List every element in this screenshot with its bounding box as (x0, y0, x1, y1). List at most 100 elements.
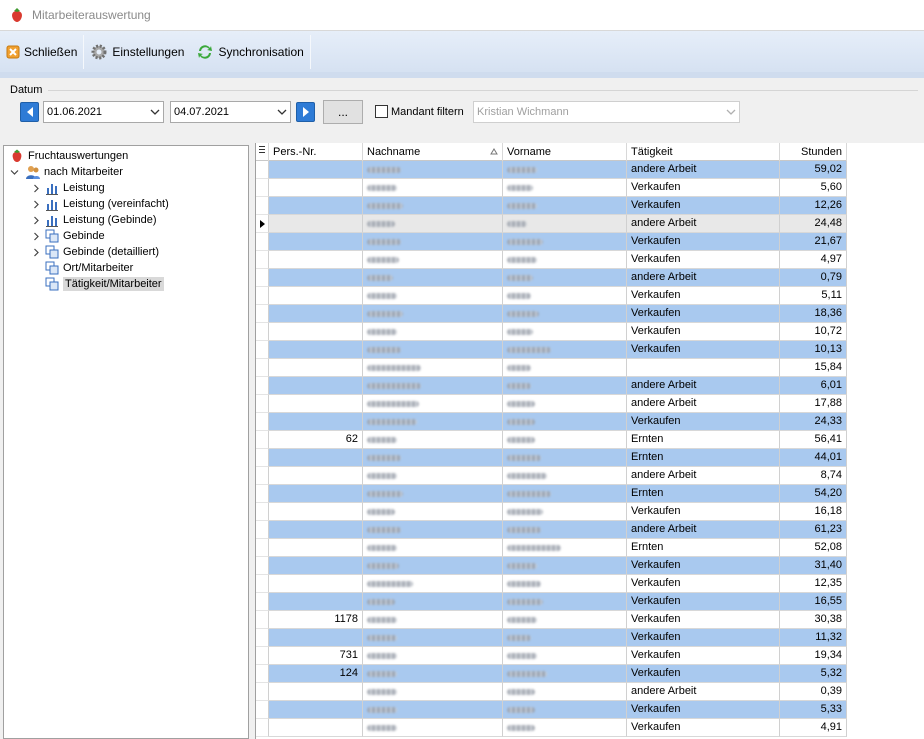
cell-vorname-redacted[interactable] (503, 413, 627, 431)
cell-nachname-redacted[interactable] (363, 593, 503, 611)
cell-vorname-redacted[interactable] (503, 629, 627, 647)
cell-tat[interactable]: Verkaufen (627, 305, 780, 323)
cell-nachname-redacted[interactable] (363, 287, 503, 305)
row-indicator[interactable] (256, 179, 269, 197)
row-indicator[interactable] (256, 647, 269, 665)
cell-vorname-redacted[interactable] (503, 305, 627, 323)
table-row[interactable]: Verkaufen 31,40 (256, 557, 847, 575)
cell-nachname-redacted[interactable] (363, 341, 503, 359)
cell-vorname-redacted[interactable] (503, 377, 627, 395)
column-header-vorname[interactable]: Vorname (503, 143, 627, 161)
cell-nachname-redacted[interactable] (363, 323, 503, 341)
row-indicator[interactable] (256, 251, 269, 269)
cell-nachname-redacted[interactable] (363, 251, 503, 269)
table-row[interactable]: Verkaufen 10,72 (256, 323, 847, 341)
cell-tat[interactable]: Verkaufen (627, 503, 780, 521)
cell-nr[interactable] (269, 215, 363, 233)
row-indicator[interactable] (256, 665, 269, 683)
row-indicator[interactable] (256, 629, 269, 647)
cell-vorname-redacted[interactable] (503, 287, 627, 305)
cell-tat[interactable]: andere Arbeit (627, 161, 780, 179)
cell-tat[interactable]: andere Arbeit (627, 521, 780, 539)
cell-nr[interactable] (269, 485, 363, 503)
cell-vorname-redacted[interactable] (503, 539, 627, 557)
cell-tat[interactable]: Verkaufen (627, 179, 780, 197)
cell-std[interactable]: 0,39 (780, 683, 847, 701)
cell-vorname-redacted[interactable] (503, 359, 627, 377)
row-indicator[interactable] (256, 197, 269, 215)
row-indicator[interactable] (256, 503, 269, 521)
cell-tat[interactable]: Ernten (627, 485, 780, 503)
cell-nachname-redacted[interactable] (363, 611, 503, 629)
cell-tat[interactable]: Verkaufen (627, 575, 780, 593)
cell-tat[interactable]: Ernten (627, 539, 780, 557)
cell-nr[interactable] (269, 359, 363, 377)
cell-tat[interactable]: Ernten (627, 449, 780, 467)
close-button[interactable]: Schließen (0, 33, 83, 71)
cell-std[interactable]: 16,18 (780, 503, 847, 521)
cell-vorname-redacted[interactable] (503, 647, 627, 665)
cell-std[interactable]: 10,72 (780, 323, 847, 341)
table-row[interactable]: andere Arbeit 8,74 (256, 467, 847, 485)
cell-vorname-redacted[interactable] (503, 611, 627, 629)
cell-std[interactable]: 8,74 (780, 467, 847, 485)
table-row[interactable]: 1178 Verkaufen 30,38 (256, 611, 847, 629)
cell-vorname-redacted[interactable] (503, 521, 627, 539)
cell-std[interactable]: 24,33 (780, 413, 847, 431)
row-indicator[interactable] (256, 269, 269, 287)
cell-nachname-redacted[interactable] (363, 557, 503, 575)
cell-nr[interactable] (269, 503, 363, 521)
tree-item[interactable]: Leistung (Gebinde) (44, 212, 157, 228)
table-row[interactable]: Verkaufen 12,26 (256, 197, 847, 215)
row-indicator[interactable] (256, 395, 269, 413)
table-row[interactable]: 62 Ernten 56,41 (256, 431, 847, 449)
table-row[interactable]: andere Arbeit 17,88 (256, 395, 847, 413)
cell-nachname-redacted[interactable] (363, 359, 503, 377)
row-indicator[interactable] (256, 575, 269, 593)
cell-std[interactable]: 5,11 (780, 287, 847, 305)
cell-vorname-redacted[interactable] (503, 161, 627, 179)
cell-vorname-redacted[interactable] (503, 431, 627, 449)
cell-std[interactable]: 10,13 (780, 341, 847, 359)
cell-nr[interactable] (269, 701, 363, 719)
cell-tat[interactable]: Verkaufen (627, 611, 780, 629)
cell-tat[interactable]: andere Arbeit (627, 215, 780, 233)
cell-tat[interactable]: Verkaufen (627, 719, 780, 737)
cell-vorname-redacted[interactable] (503, 269, 627, 287)
chevron-right-icon[interactable] (32, 200, 41, 209)
cell-nr[interactable] (269, 233, 363, 251)
table-row[interactable]: Verkaufen 5,11 (256, 287, 847, 305)
table-row[interactable]: Ernten 54,20 (256, 485, 847, 503)
table-row[interactable]: 124 Verkaufen 5,32 (256, 665, 847, 683)
cell-tat[interactable]: Verkaufen (627, 251, 780, 269)
cell-nr[interactable] (269, 557, 363, 575)
row-indicator[interactable] (256, 305, 269, 323)
row-indicator[interactable] (256, 287, 269, 305)
cell-vorname-redacted[interactable] (503, 683, 627, 701)
cell-nachname-redacted[interactable] (363, 269, 503, 287)
cell-tat[interactable]: Verkaufen (627, 593, 780, 611)
tree-root[interactable]: Fruchtauswertungen (9, 148, 128, 164)
cell-nachname-redacted[interactable] (363, 305, 503, 323)
tree-item[interactable]: Leistung (vereinfacht) (44, 196, 169, 212)
row-indicator[interactable] (256, 449, 269, 467)
cell-nr[interactable] (269, 179, 363, 197)
table-row[interactable]: Verkaufen 4,91 (256, 719, 847, 737)
cell-vorname-redacted[interactable] (503, 323, 627, 341)
cell-nachname-redacted[interactable] (363, 413, 503, 431)
cell-nr[interactable] (269, 287, 363, 305)
cell-std[interactable]: 54,20 (780, 485, 847, 503)
table-row[interactable]: 15,84 (256, 359, 847, 377)
table-row[interactable]: andere Arbeit 6,01 (256, 377, 847, 395)
cell-nachname-redacted[interactable] (363, 701, 503, 719)
cell-std[interactable]: 5,32 (780, 665, 847, 683)
cell-nachname-redacted[interactable] (363, 233, 503, 251)
cell-tat[interactable]: Ernten (627, 431, 780, 449)
cell-tat[interactable]: Verkaufen (627, 323, 780, 341)
cell-std[interactable]: 12,26 (780, 197, 847, 215)
table-row[interactable]: Verkaufen 11,32 (256, 629, 847, 647)
table-row[interactable]: Verkaufen 5,60 (256, 179, 847, 197)
cell-nachname-redacted[interactable] (363, 377, 503, 395)
cell-vorname-redacted[interactable] (503, 467, 627, 485)
row-indicator[interactable] (256, 413, 269, 431)
